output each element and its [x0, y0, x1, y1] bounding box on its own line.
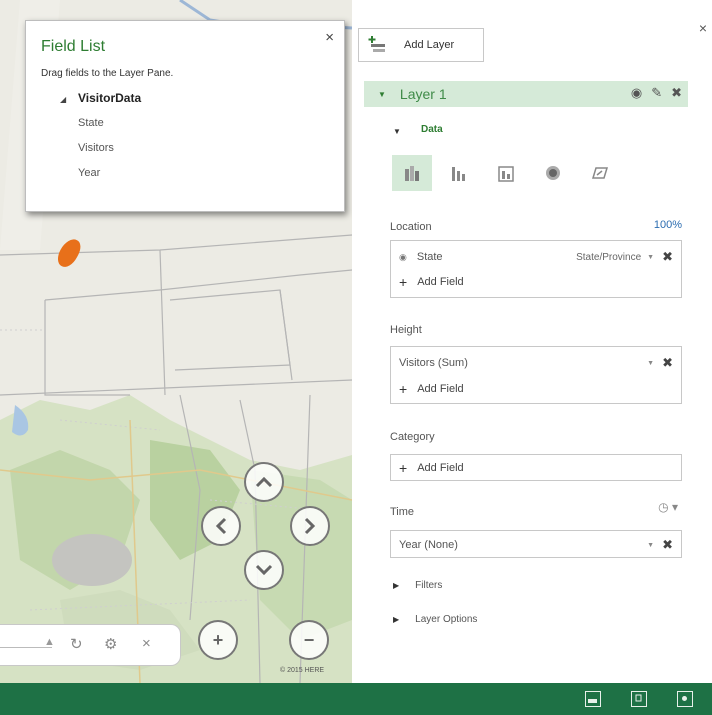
delete-icon[interactable]: ✖ [662, 537, 673, 553]
chevron-right-icon [304, 517, 316, 535]
minus-icon: − [303, 629, 315, 650]
close-icon[interactable]: × [325, 29, 334, 46]
pan-left-button[interactable] [201, 506, 241, 546]
height-label: Height [390, 324, 422, 336]
time-label: Time [390, 506, 415, 518]
field-item-state[interactable]: State [78, 117, 104, 129]
chevron-up-icon [255, 476, 273, 488]
pan-right-button[interactable] [290, 506, 330, 546]
expand-arrow-icon[interactable]: ▶ [393, 615, 399, 624]
data-section-label[interactable]: Data [421, 124, 443, 135]
add-field-button[interactable]: + Add Field [399, 381, 464, 397]
add-field-label: Add Field [417, 462, 464, 474]
layer-name[interactable]: Layer 1 [400, 86, 447, 102]
height-well[interactable]: Visitors (Sum) ▼ ✖ + Add Field [390, 346, 682, 404]
bubble-chart-icon[interactable] [486, 155, 526, 191]
layer-options-row[interactable]: ▶ Layer Options [393, 614, 477, 625]
location-field-type[interactable]: State/Province [576, 252, 641, 263]
radio-icon[interactable]: ◉ [399, 252, 407, 263]
plus-icon: + [399, 460, 408, 476]
chevron-down-icon [255, 564, 273, 576]
zoom-in-button[interactable]: + [198, 620, 238, 660]
dropdown-icon[interactable]: ▼ [647, 254, 654, 261]
add-field-label: Add Field [417, 276, 464, 288]
field-list-panel: Field List × Drag fields to the Layer Pa… [25, 20, 345, 212]
map-canvas[interactable]: Field List × Drag fields to the Layer Pa… [0, 0, 352, 683]
time-field-value: Year (None) [399, 539, 458, 551]
refresh-icon[interactable]: ↻ [70, 635, 83, 653]
eye-icon[interactable]: ◉ [631, 85, 642, 101]
height-field-row[interactable]: Visitors (Sum) ▼ ✖ [399, 353, 673, 373]
delete-icon[interactable]: ✖ [662, 355, 673, 371]
pan-down-button[interactable] [244, 550, 284, 590]
clear-icon[interactable]: × [142, 635, 151, 652]
clustered-column-icon[interactable] [439, 155, 479, 191]
map-search-box[interactable]: ▲ ↻ ⚙ × [0, 624, 181, 666]
stacked-column-icon[interactable] [392, 155, 432, 191]
location-well[interactable]: ◉ State State/Province ▼ ✖ + Add Field [390, 240, 682, 298]
layer-pane: × Add Layer ▼ Layer 1 ◉ ✎ ✖ ▼ Data Locat… [352, 0, 712, 683]
add-field-button[interactable]: + Add Field [399, 460, 464, 476]
close-icon[interactable]: × [699, 20, 707, 36]
field-list-hint: Drag fields to the Layer Pane. [41, 68, 174, 79]
status-bar [0, 683, 712, 715]
dropdown-icon[interactable]: ▼ [647, 542, 654, 549]
add-field-button[interactable]: + Add Field [399, 274, 464, 290]
delete-icon[interactable]: ✖ [671, 85, 682, 101]
height-field-value: Visitors (Sum) [399, 357, 468, 369]
map-copyright: © 2015 HERE [280, 667, 325, 674]
layer-row[interactable]: ▼ Layer 1 ◉ ✎ ✖ [364, 81, 688, 107]
dropdown-icon[interactable]: ▼ [647, 360, 654, 367]
expand-arrow-icon[interactable]: ◢ [60, 95, 66, 104]
filters-row[interactable]: ▶ Filters [393, 580, 442, 591]
region-map-icon[interactable] [580, 155, 620, 191]
layer-pane-icon[interactable] [631, 691, 647, 707]
field-item-visitors[interactable]: Visitors [78, 142, 114, 154]
layer-options-label: Layer Options [415, 614, 478, 625]
filters-label: Filters [415, 580, 443, 591]
chevron-left-icon [215, 517, 227, 535]
plus-icon: + [399, 381, 408, 397]
visualization-type-group [392, 155, 627, 191]
time-well[interactable]: Year (None) ▼ ✖ [390, 530, 682, 558]
location-field-value: State [416, 251, 443, 263]
add-field-label: Add Field [417, 383, 464, 395]
pencil-icon[interactable]: ✎ [651, 85, 662, 101]
field-list-icon[interactable] [677, 691, 693, 707]
add-layer-button[interactable]: Add Layer [358, 28, 484, 62]
add-layer-icon [368, 35, 388, 55]
expand-arrow-icon[interactable]: ▶ [393, 581, 399, 590]
location-field-row[interactable]: ◉ State State/Province ▼ ✖ [399, 247, 673, 267]
category-well[interactable]: + Add Field [390, 454, 682, 481]
field-item-year[interactable]: Year [78, 167, 100, 179]
location-confidence-link[interactable]: 100% [654, 219, 682, 231]
pan-up-button[interactable] [244, 462, 284, 502]
triangle-icon: ▲ [44, 636, 55, 648]
category-label: Category [390, 431, 435, 443]
zoom-out-button[interactable]: − [289, 620, 329, 660]
collapse-arrow-icon[interactable]: ▼ [393, 127, 401, 136]
add-layer-label: Add Layer [404, 39, 455, 51]
location-label: Location [390, 221, 432, 233]
tour-editor-icon[interactable] [585, 691, 601, 707]
settings-icon[interactable]: ⚙ [104, 635, 117, 653]
clock-icon[interactable]: ◷ ▾ [658, 500, 678, 514]
field-list-title: Field List [41, 38, 106, 55]
collapse-arrow-icon[interactable]: ▼ [378, 90, 386, 99]
field-list-table[interactable]: VisitorData [78, 91, 141, 105]
plus-icon: + [212, 629, 224, 650]
time-field-row[interactable]: Year (None) ▼ ✖ [399, 535, 673, 555]
heat-map-icon[interactable] [533, 155, 573, 191]
delete-icon[interactable]: ✖ [662, 249, 673, 265]
plus-icon: + [399, 274, 408, 290]
